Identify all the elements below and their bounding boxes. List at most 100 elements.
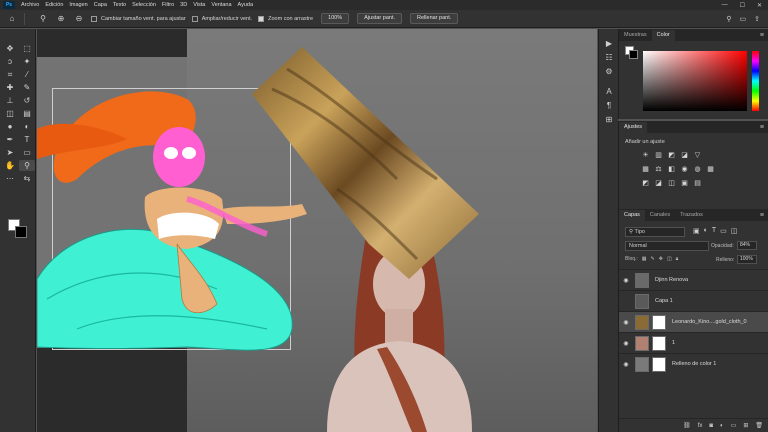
menu-vista[interactable]: Vista bbox=[193, 2, 205, 8]
lock-pixels-icon[interactable]: ▦ bbox=[642, 256, 647, 262]
exposure-icon[interactable]: ◪ bbox=[680, 151, 689, 160]
channel-mixer-icon[interactable]: ◍ bbox=[693, 165, 702, 174]
visibility-eye-icon[interactable]: ◉ bbox=[619, 340, 633, 347]
new-layer-icon[interactable]: ⊞ bbox=[743, 422, 748, 429]
healing-brush-icon[interactable]: ✚ bbox=[2, 82, 18, 93]
paragraph-icon[interactable]: ¶ bbox=[599, 99, 619, 113]
lock-paint-icon[interactable]: ✎ bbox=[651, 256, 655, 262]
layer-row[interactable]: ◉ Leonardo_Kino....gold_cloth_0 bbox=[619, 311, 768, 332]
magic-wand-icon[interactable]: ✦ bbox=[19, 56, 35, 67]
layer-mask-thumbnail[interactable] bbox=[652, 356, 666, 372]
black-white-icon[interactable]: ◧ bbox=[667, 165, 676, 174]
layer-mask-thumbnail[interactable] bbox=[652, 314, 666, 330]
menu-edicion[interactable]: Edición bbox=[45, 2, 63, 8]
dodge-tool-icon[interactable]: ◐ bbox=[19, 121, 35, 132]
type-tool-icon[interactable]: T bbox=[19, 134, 35, 145]
shape-tool-icon[interactable]: ▭ bbox=[19, 147, 35, 158]
workspace-icon[interactable]: ▭ bbox=[740, 15, 747, 23]
swap-colors-icon[interactable]: ⇆ bbox=[19, 173, 35, 184]
layer-row[interactable]: ◉ Relleno de color 1 bbox=[619, 353, 768, 374]
menu-texto[interactable]: Texto bbox=[113, 2, 126, 8]
lock-move-icon[interactable]: ✥ bbox=[659, 256, 663, 262]
close-icon[interactable]: ✕ bbox=[757, 2, 762, 9]
layer-row[interactable]: Capa 1 bbox=[619, 290, 768, 311]
threshold-icon[interactable]: ◫ bbox=[667, 179, 676, 188]
photo-filter-icon[interactable]: ◉ bbox=[680, 165, 689, 174]
fill-field[interactable]: 100% bbox=[737, 255, 757, 264]
zoom-all-checkbox[interactable] bbox=[191, 15, 198, 22]
tab-trazados[interactable]: Trazados bbox=[675, 210, 708, 221]
background-color-swatch[interactable] bbox=[15, 226, 27, 238]
pixel-filter-icon[interactable]: ▣ bbox=[693, 227, 700, 235]
smart-filter-icon[interactable]: ◫ bbox=[731, 227, 738, 235]
fit-screen-button[interactable]: Ajustar pant. bbox=[357, 13, 403, 24]
character-icon[interactable]: A bbox=[599, 85, 619, 99]
hue-saturation-icon[interactable]: ▦ bbox=[641, 165, 650, 174]
genie-character-art[interactable] bbox=[37, 91, 307, 351]
properties-icon[interactable]: ☷ bbox=[599, 51, 619, 65]
visibility-eye-icon[interactable]: ◉ bbox=[619, 361, 633, 368]
menu-ventana[interactable]: Ventana bbox=[211, 2, 231, 8]
edit-toolbar-icon[interactable]: ⋯ bbox=[2, 173, 18, 184]
lasso-tool-icon[interactable]: ↄ bbox=[2, 56, 18, 67]
zoom-value-field[interactable]: 100% bbox=[321, 13, 350, 24]
gradient-tool-icon[interactable]: ▤ bbox=[19, 108, 35, 119]
eyedropper-icon[interactable]: ⁄ bbox=[19, 69, 35, 80]
opacity-field[interactable]: 84% bbox=[737, 241, 757, 250]
brush-tool-icon[interactable]: ✎ bbox=[19, 82, 35, 93]
vibrance-icon[interactable]: ▽ bbox=[693, 151, 702, 160]
fx-icon[interactable]: fx bbox=[698, 423, 703, 429]
menu-seleccion[interactable]: Selección bbox=[132, 2, 156, 8]
panel-menu-icon[interactable]: ≡ bbox=[760, 210, 764, 221]
adjust-icon[interactable]: ⚙ bbox=[599, 65, 619, 79]
layer-row[interactable]: ◉ Djinn Renova bbox=[619, 269, 768, 290]
history-icon[interactable]: ▶ bbox=[599, 37, 619, 51]
document-canvas[interactable] bbox=[37, 29, 597, 432]
new-group-icon[interactable]: ▭ bbox=[731, 422, 737, 429]
color-picker-field[interactable] bbox=[643, 51, 747, 111]
blur-tool-icon[interactable]: ● bbox=[2, 121, 18, 132]
shape-filter-icon[interactable]: ▭ bbox=[720, 227, 727, 235]
move-tool-icon[interactable]: ✥ bbox=[2, 43, 18, 54]
share-icon[interactable]: ⇪ bbox=[754, 15, 760, 23]
lock-artboard-icon[interactable]: ◫ bbox=[667, 256, 672, 262]
maximize-icon[interactable]: ☐ bbox=[740, 2, 745, 9]
blend-mode-select[interactable]: Normal bbox=[625, 241, 709, 251]
eraser-tool-icon[interactable]: ◫ bbox=[2, 108, 18, 119]
layer-filter-select[interactable]: ⚲ Tipo bbox=[625, 227, 685, 237]
type-filter-icon[interactable]: T bbox=[712, 227, 716, 235]
delete-layer-icon[interactable]: 🗑︎ bbox=[755, 422, 763, 429]
curves-icon[interactable]: ◩ bbox=[667, 151, 676, 160]
marquee-tool-icon[interactable]: ⬚ bbox=[19, 43, 35, 54]
adjust-filter-icon[interactable]: ◐ bbox=[704, 227, 708, 235]
tab-muestras[interactable]: Muestras bbox=[619, 30, 652, 41]
gold-cloth-layer[interactable] bbox=[252, 47, 479, 279]
menu-capa[interactable]: Capa bbox=[94, 2, 107, 8]
hand-tool-icon[interactable]: ✋ bbox=[2, 160, 18, 171]
resize-windows-checkbox[interactable] bbox=[91, 15, 97, 22]
menu-filtro[interactable]: Filtro bbox=[162, 2, 174, 8]
menu-3d[interactable]: 3D bbox=[180, 2, 187, 8]
color-background-swatch[interactable] bbox=[629, 50, 638, 59]
zoom-out-icon[interactable]: ⊖ bbox=[73, 13, 85, 25]
zoom-tool-icon[interactable]: ⚲ bbox=[19, 160, 35, 171]
pen-tool-icon[interactable]: ✒ bbox=[2, 134, 18, 145]
visibility-eye-icon[interactable]: ◉ bbox=[619, 277, 633, 284]
posterize-icon[interactable]: ◪ bbox=[654, 179, 663, 188]
stamp-tool-icon[interactable]: ⊥ bbox=[2, 95, 18, 106]
layer-row[interactable]: ◉ 1 bbox=[619, 332, 768, 353]
lock-all-icon[interactable]: 🔒︎ bbox=[676, 256, 679, 262]
invert-icon[interactable]: ◩ bbox=[641, 179, 650, 188]
home-icon[interactable]: ⌂ bbox=[6, 13, 18, 25]
layer-mask-thumbnail[interactable] bbox=[652, 335, 666, 351]
gradient-map-icon[interactable]: ▤ bbox=[693, 179, 702, 188]
panel-menu-icon[interactable]: ≡ bbox=[760, 122, 764, 133]
brightness-icon[interactable]: ☀ bbox=[641, 151, 650, 160]
selective-color-icon[interactable]: ▣ bbox=[680, 179, 689, 188]
link-layers-icon[interactable]: ⛓ bbox=[683, 422, 691, 429]
panel-menu-icon[interactable]: ≡ bbox=[760, 30, 764, 41]
glyphs-icon[interactable]: ⊞ bbox=[599, 113, 619, 127]
menu-ayuda[interactable]: Ayuda bbox=[238, 2, 254, 8]
fill-screen-button[interactable]: Rellenar pant. bbox=[410, 13, 459, 24]
add-mask-icon[interactable]: ◙ bbox=[709, 423, 713, 429]
